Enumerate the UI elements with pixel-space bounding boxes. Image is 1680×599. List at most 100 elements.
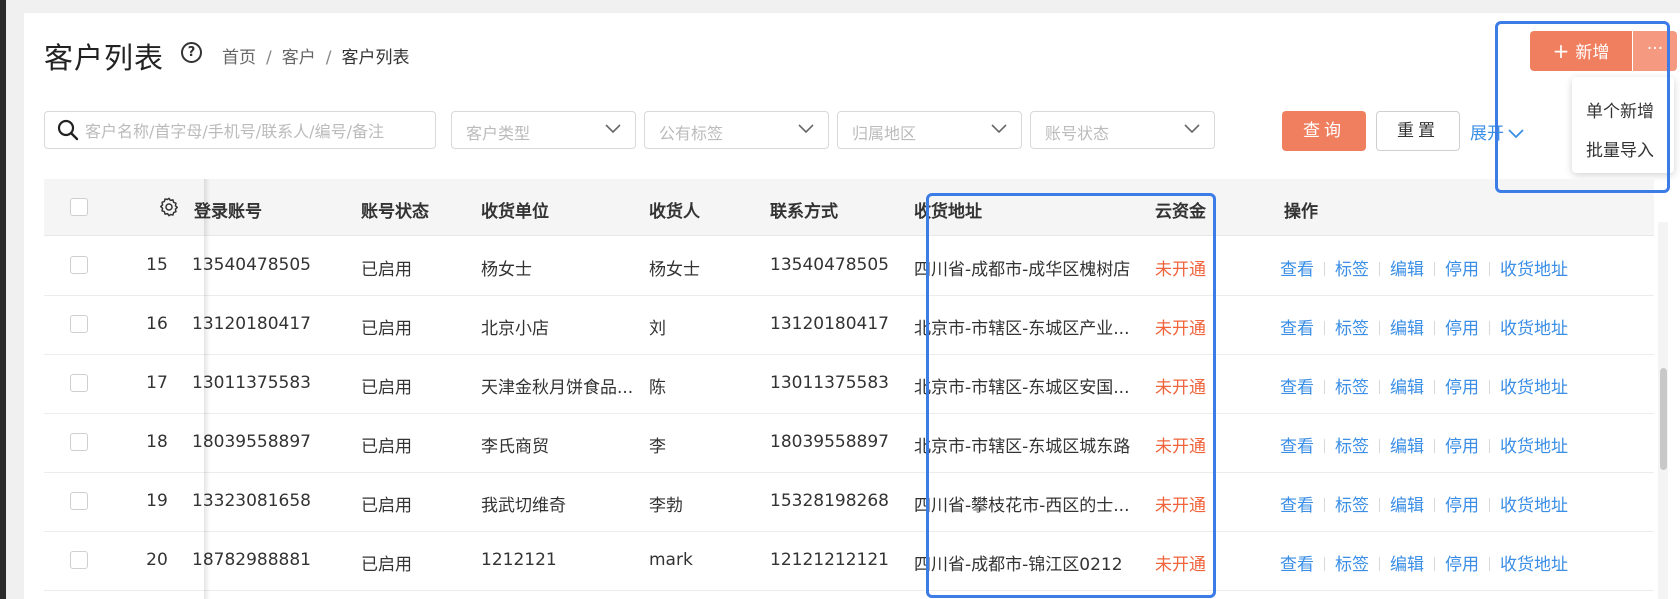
action-divider (1324, 498, 1325, 512)
breadcrumb-separator: / (266, 48, 272, 68)
row-index: 17 (146, 373, 168, 393)
table-header: 登录账号 账号状态 收货单位 收货人 联系方式 收货地址 云资金 操作 (44, 179, 1654, 236)
chevron-down-icon (605, 124, 621, 134)
address-link[interactable]: 收货地址 (1500, 496, 1568, 516)
action-divider (1379, 321, 1380, 335)
tag-link[interactable]: 标签 (1335, 319, 1369, 339)
edit-link[interactable]: 编辑 (1390, 319, 1424, 339)
cell-account-status: 已启用 (361, 555, 412, 575)
action-divider (1489, 262, 1490, 276)
row-index: 20 (146, 550, 168, 570)
edit-link[interactable]: 编辑 (1390, 555, 1424, 575)
action-divider (1379, 262, 1380, 276)
breadcrumb: 首页 / 客户 / 客户列表 (222, 43, 409, 68)
filter-bar: 客户类型 公有标签 归属地区 账号状态 查询 重置 展开 (24, 108, 1680, 154)
tag-link[interactable]: 标签 (1335, 378, 1369, 398)
address-link[interactable]: 收货地址 (1500, 437, 1568, 457)
cell-contact: 12121212121 (770, 550, 889, 570)
column-header-receiver: 收货人 (649, 202, 700, 222)
table-row: 17 13011375583 已启用 天津金秋月饼食品... 陈 1301137… (44, 354, 1654, 414)
action-divider (1434, 498, 1435, 512)
view-link[interactable]: 查看 (1280, 496, 1314, 516)
view-link[interactable]: 查看 (1280, 437, 1314, 457)
select-all-checkbox[interactable] (70, 198, 88, 216)
row-checkbox[interactable] (70, 256, 88, 274)
edit-link[interactable]: 编辑 (1390, 260, 1424, 280)
row-index: 19 (146, 491, 168, 511)
action-divider (1324, 557, 1325, 571)
action-divider (1379, 439, 1380, 453)
row-checkbox[interactable] (70, 315, 88, 333)
row-checkbox[interactable] (70, 492, 88, 510)
edit-link[interactable]: 编辑 (1390, 437, 1424, 457)
row-checkbox[interactable] (70, 433, 88, 451)
address-link[interactable]: 收货地址 (1500, 378, 1568, 398)
row-actions: 查看 标签 编辑 停用 收货地址 (1280, 314, 1568, 339)
cell-account-status: 已启用 (361, 496, 412, 516)
table-row: 19 13323081658 已启用 我武切维奇 李勃 15328198268 … (44, 472, 1654, 532)
cell-receiver: 李 (649, 437, 666, 457)
address-link[interactable]: 收货地址 (1500, 319, 1568, 339)
row-index: 15 (146, 255, 168, 275)
cell-contact: 13120180417 (770, 314, 889, 334)
row-actions: 查看 标签 编辑 停用 收货地址 (1280, 373, 1568, 398)
view-link[interactable]: 查看 (1280, 260, 1314, 280)
cell-receiving-unit: 北京小店 (481, 319, 549, 339)
column-header-receiving-unit: 收货单位 (481, 202, 549, 222)
view-link[interactable]: 查看 (1280, 378, 1314, 398)
tag-link[interactable]: 标签 (1335, 437, 1369, 457)
cell-account-status: 已启用 (361, 378, 412, 398)
column-header-contact: 联系方式 (770, 202, 838, 222)
cell-account-status: 已启用 (361, 319, 412, 339)
search-box (44, 111, 436, 149)
select-placeholder: 账号状态 (1045, 124, 1110, 143)
cell-receiver: 杨女士 (649, 260, 700, 280)
window-left-edge (0, 0, 6, 599)
table-row: 18 18039558897 已启用 李氏商贸 李 18039558897 北京… (44, 413, 1654, 473)
breadcrumb-customer[interactable]: 客户 (282, 43, 316, 68)
vertical-scrollbar-thumb[interactable] (1660, 368, 1667, 470)
region-select[interactable]: 归属地区 (837, 111, 1022, 149)
action-divider (1379, 557, 1380, 571)
gear-icon[interactable] (158, 196, 180, 218)
breadcrumb-separator: / (325, 48, 332, 68)
select-placeholder: 归属地区 (852, 124, 917, 143)
fixed-column-shadow (204, 179, 210, 599)
reset-button[interactable]: 重置 (1376, 111, 1460, 151)
cell-contact: 13540478505 (770, 255, 889, 275)
search-input[interactable] (83, 116, 431, 146)
view-link[interactable]: 查看 (1280, 555, 1314, 575)
edit-link[interactable]: 编辑 (1390, 378, 1424, 398)
address-link[interactable]: 收货地址 (1500, 260, 1568, 280)
account-status-select[interactable]: 账号状态 (1030, 111, 1215, 149)
query-button[interactable]: 查询 (1282, 111, 1366, 151)
breadcrumb-current: 客户列表 (341, 48, 410, 68)
row-actions: 查看 标签 编辑 停用 收货地址 (1280, 255, 1568, 280)
row-actions: 查看 标签 编辑 停用 收货地址 (1280, 550, 1568, 575)
customer-type-select[interactable]: 客户类型 (451, 111, 636, 149)
address-link[interactable]: 收货地址 (1500, 555, 1568, 575)
tag-link[interactable]: 标签 (1335, 496, 1369, 516)
action-divider (1324, 380, 1325, 394)
edit-link[interactable]: 编辑 (1390, 496, 1424, 516)
row-checkbox[interactable] (70, 374, 88, 392)
disable-link[interactable]: 停用 (1445, 496, 1479, 516)
help-icon[interactable]: ? (181, 42, 202, 63)
chevron-down-icon (991, 124, 1007, 134)
disable-link[interactable]: 停用 (1445, 437, 1479, 457)
column-header-account-status: 账号状态 (361, 202, 429, 222)
tag-link[interactable]: 标签 (1335, 555, 1369, 575)
cell-receiver: 李勃 (649, 496, 683, 516)
public-tag-select[interactable]: 公有标签 (644, 111, 829, 149)
row-actions: 查看 标签 编辑 停用 收货地址 (1280, 432, 1568, 457)
disable-link[interactable]: 停用 (1445, 260, 1479, 280)
action-divider (1324, 439, 1325, 453)
action-divider (1434, 380, 1435, 394)
breadcrumb-home[interactable]: 首页 (222, 43, 256, 68)
disable-link[interactable]: 停用 (1445, 378, 1479, 398)
row-checkbox[interactable] (70, 551, 88, 569)
disable-link[interactable]: 停用 (1445, 319, 1479, 339)
tag-link[interactable]: 标签 (1335, 260, 1369, 280)
disable-link[interactable]: 停用 (1445, 555, 1479, 575)
view-link[interactable]: 查看 (1280, 319, 1314, 339)
